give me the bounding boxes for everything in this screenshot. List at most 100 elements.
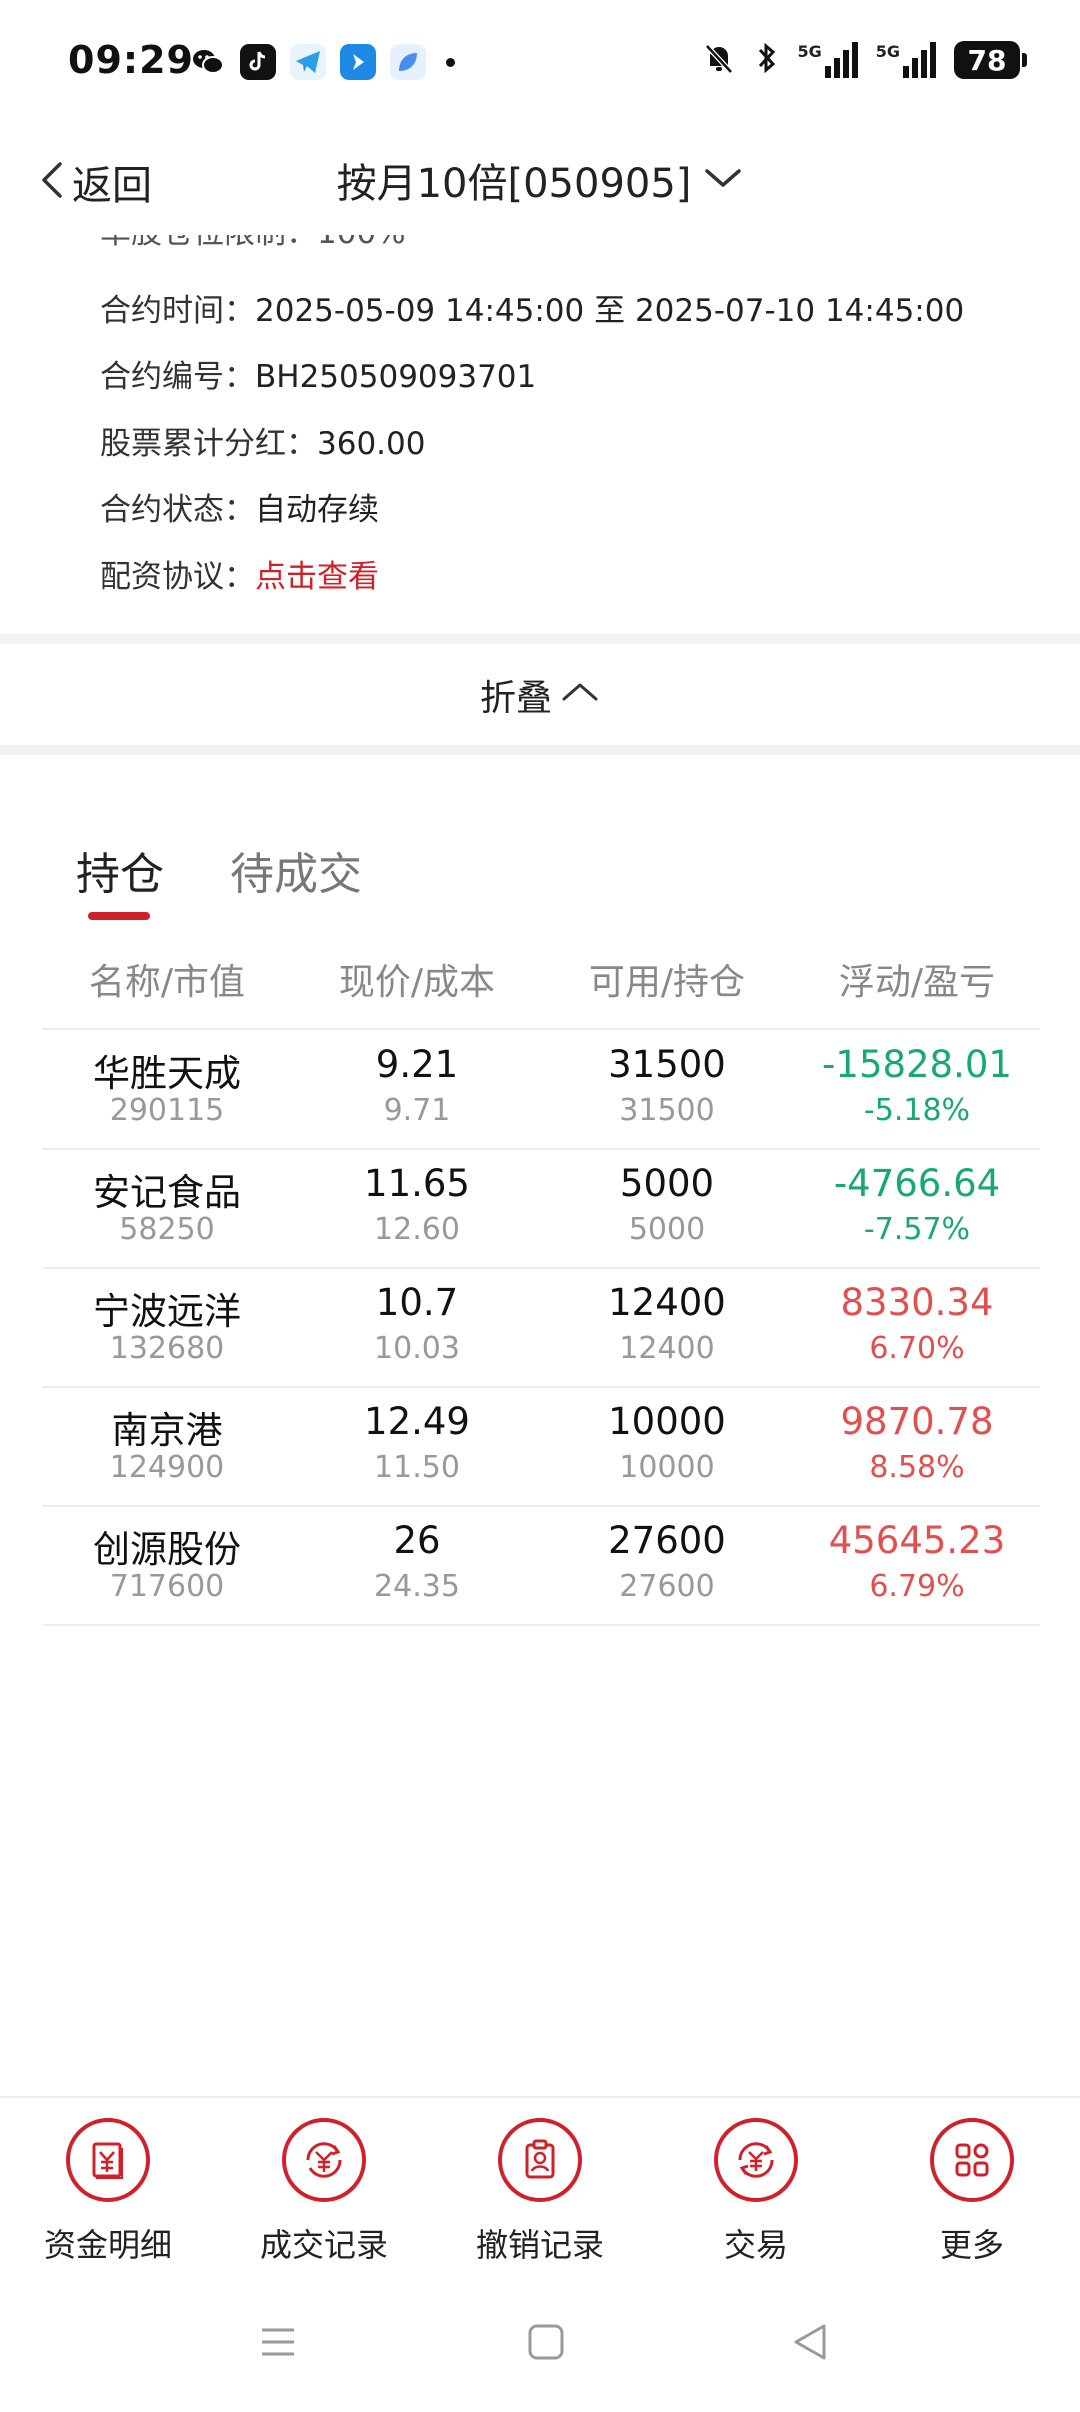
info-label: 合约编号：: [100, 359, 255, 395]
available-qty: 31500: [608, 1043, 726, 1086]
square-home-icon: [526, 2324, 566, 2366]
pnl-amount: 8330.34: [840, 1281, 994, 1324]
info-row-dividend: 股票累计分红：360.00: [100, 418, 425, 463]
holding-qty: 10000: [619, 1450, 715, 1485]
cancel-record-button[interactable]: 撤销记录: [432, 2118, 648, 2266]
pnl-amount: -4766.64: [833, 1162, 1001, 1205]
active-tab-indicator: [88, 912, 150, 920]
status-app-icons: [190, 44, 455, 80]
fund-detail-button[interactable]: 资金明细: [0, 2118, 216, 2266]
info-label: 配资协议：: [100, 559, 255, 595]
tool-label: 更多: [939, 2226, 1004, 2264]
contract-info: 单股仓位限制：100% 合约时间：2025-05-09 14:45:00 至 2…: [0, 235, 1080, 635]
cost-price: 9.71: [383, 1093, 451, 1128]
holdings-table-header: 名称/市值 现价/成本 可用/持仓 浮动/盈亏: [42, 945, 1040, 1030]
battery-indicator: 78: [954, 41, 1027, 79]
info-label: 股票累计分红：: [100, 426, 317, 462]
available-qty: 10000: [608, 1400, 726, 1443]
current-price: 12.49: [364, 1400, 470, 1443]
arrow-app-icon: [340, 44, 376, 80]
info-value: 自动存续: [255, 492, 379, 528]
available-qty: 5000: [619, 1162, 715, 1205]
stock-name: 安记食品: [93, 1171, 241, 1214]
table-row[interactable]: 创源股份 717600 26 24.35 27600 27600 45645.23 6.…: [42, 1507, 1040, 1626]
available-qty: 27600: [608, 1519, 726, 1562]
pnl-percent: 8.58%: [869, 1450, 965, 1485]
column-header-price: 现价/成本: [338, 962, 496, 1003]
pnl-percent: -7.57%: [863, 1212, 971, 1247]
more-button[interactable]: 更多: [864, 2118, 1080, 2266]
pnl-percent: -5.18%: [863, 1093, 971, 1128]
deal-record-icon: [282, 2118, 366, 2202]
current-price: 10.7: [375, 1281, 459, 1324]
tiktok-icon: [240, 44, 276, 80]
current-price: 11.65: [364, 1162, 470, 1205]
available-qty: 12400: [608, 1281, 726, 1324]
table-row[interactable]: 宁波远洋 132680 10.7 10.03 12400 12400 8330.34 6…: [42, 1269, 1040, 1388]
chevron-up-icon: [560, 675, 600, 716]
telegram-icon: [290, 44, 326, 80]
column-header-position: 可用/持仓: [588, 962, 746, 1003]
system-nav-bar: [0, 2282, 1080, 2412]
more-grid-icon: [930, 2118, 1014, 2202]
table-row[interactable]: 南京港 124900 12.49 11.50 10000 10000 9870.78 8…: [42, 1388, 1040, 1507]
cost-price: 12.60: [374, 1212, 460, 1247]
tab-pending[interactable]: 待成交: [230, 838, 362, 902]
holding-qty: 5000: [628, 1212, 706, 1247]
holding-qty: 12400: [619, 1331, 715, 1366]
signal-5g-icon-2: 5G: [876, 42, 936, 78]
market-value: 132680: [109, 1331, 225, 1366]
deal-record-button[interactable]: 成交记录: [216, 2118, 432, 2266]
pnl-amount: 9870.78: [840, 1400, 994, 1443]
contract-selector[interactable]: 按月10倍[050905]: [337, 151, 744, 209]
info-row-contract-number: 合约编号：BH250509093701: [100, 351, 536, 396]
home-button[interactable]: [526, 2322, 566, 2366]
info-label: 合约时间：: [100, 293, 255, 329]
network-label-2: 5G: [875, 42, 900, 61]
info-row-contract-status: 合约状态：自动存续: [100, 484, 379, 529]
cost-price: 24.35: [374, 1569, 460, 1604]
back-system-button[interactable]: [790, 2322, 830, 2366]
status-bar: 09:29 5G 5G 78: [0, 0, 1080, 125]
recent-apps-button[interactable]: [258, 2322, 298, 2366]
bottom-toolbar: 资金明细 成交记录 撤销记录 交易 更多: [0, 2096, 1080, 2282]
bluetooth-icon: [755, 40, 779, 80]
table-row[interactable]: 安记食品 58250 11.65 12.60 5000 5000 -4766.64 -7…: [42, 1150, 1040, 1269]
pnl-percent: 6.70%: [869, 1331, 965, 1366]
view-agreement-link[interactable]: 点击查看: [255, 559, 379, 595]
nav-title-wrap: 按月10倍[050905]: [0, 151, 1080, 209]
more-notifications-dot: [446, 57, 455, 67]
column-header-name: 名称/市值: [88, 962, 246, 1003]
menu-lines-icon: [258, 2328, 298, 2366]
leaf-app-icon: [390, 44, 426, 80]
info-label: 合约状态：: [100, 492, 255, 528]
tab-holdings[interactable]: 持仓: [76, 838, 164, 902]
pnl-percent: 6.79%: [869, 1569, 965, 1604]
trade-icon: [714, 2118, 798, 2202]
info-value: BH250509093701: [255, 359, 537, 395]
info-value: 2025-05-09 14:45:00 至 2025-07-10 14:45:0…: [255, 293, 965, 329]
divider: [0, 745, 1080, 755]
column-header-pnl: 浮动/盈亏: [838, 962, 996, 1003]
fold-button[interactable]: 折叠: [0, 645, 1080, 745]
stock-name: 创源股份: [93, 1528, 241, 1571]
tool-label: 成交记录: [259, 2226, 388, 2264]
table-row[interactable]: 华胜天成 290115 9.21 9.71 31500 31500 -15828.01…: [42, 1031, 1040, 1150]
current-price: 26: [393, 1519, 441, 1562]
market-value: 717600: [109, 1569, 225, 1604]
status-indicators: 5G 5G 78: [701, 40, 1027, 80]
holdings-table: 华胜天成 290115 9.21 9.71 31500 31500 -15828.01…: [42, 1031, 1040, 1626]
fund-detail-icon: [66, 2118, 150, 2202]
pnl-amount: 45645.23: [828, 1519, 1006, 1562]
page-title: 按月10倍[050905]: [336, 161, 692, 207]
tool-label: 撤销记录: [475, 2226, 604, 2264]
cancel-record-icon: [498, 2118, 582, 2202]
tool-label: 交易: [723, 2226, 788, 2264]
trade-button[interactable]: 交易: [648, 2118, 864, 2266]
network-label-1: 5G: [797, 42, 822, 61]
market-value: 124900: [109, 1450, 225, 1485]
market-value: 290115: [109, 1093, 225, 1128]
triangle-back-icon: [790, 2324, 830, 2366]
current-price: 9.21: [375, 1043, 459, 1086]
stock-name: 南京港: [111, 1409, 223, 1452]
